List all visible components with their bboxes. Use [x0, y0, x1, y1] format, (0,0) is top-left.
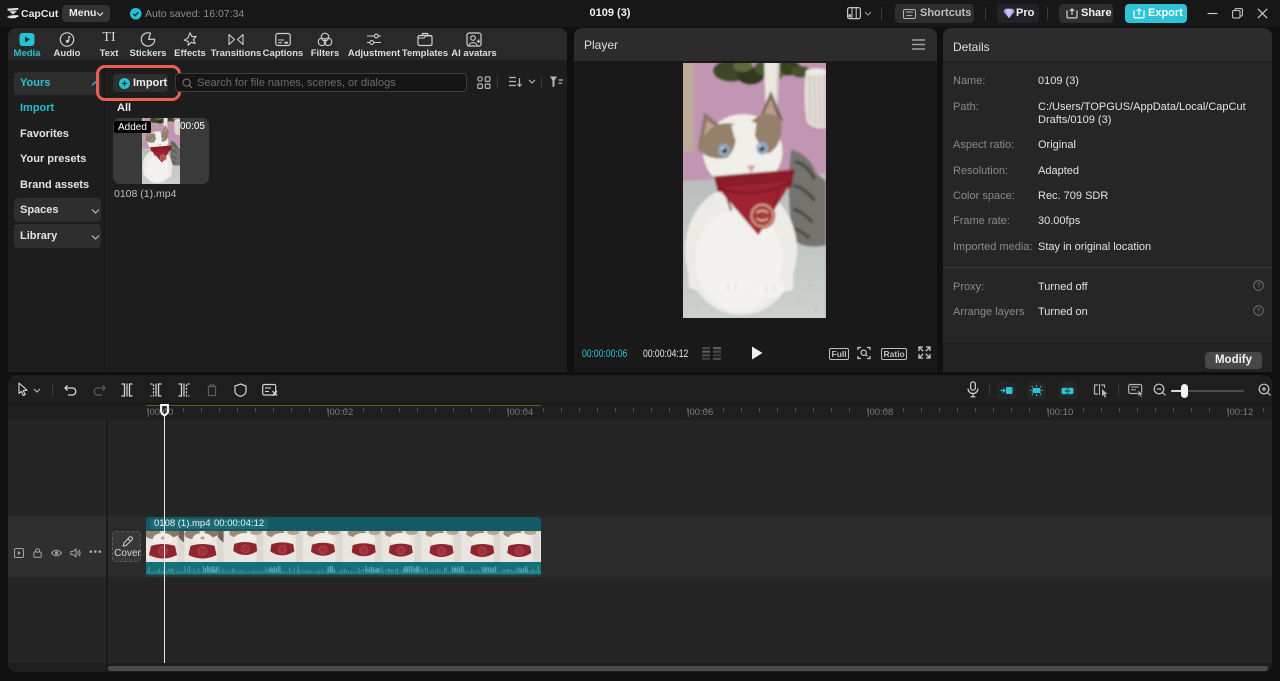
svg-text:?: ?	[1257, 283, 1261, 290]
svg-text:?: ?	[1257, 308, 1261, 315]
